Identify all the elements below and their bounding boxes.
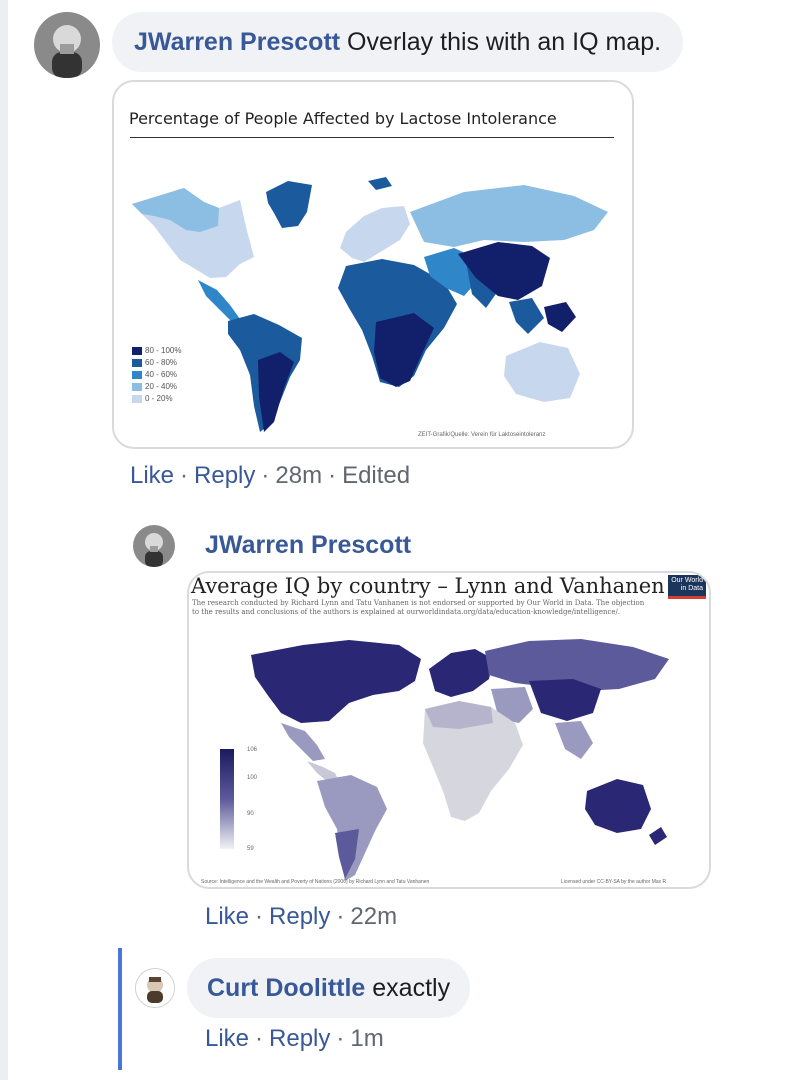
legend-item: 20 - 40% — [132, 382, 177, 391]
comment-text: exactly — [372, 974, 451, 1002]
iq-world-map — [220, 639, 669, 881]
legend-item: 0 - 20% — [132, 394, 173, 403]
separator-dot: · — [336, 1025, 345, 1052]
scale-tick-label: 100 — [247, 775, 258, 781]
legend-item: 80 - 100% — [132, 346, 181, 355]
scale-tick-label: 59 — [247, 846, 254, 852]
scale-tick-label: 106 — [247, 747, 258, 753]
comment-actions: Like · Reply · 1m — [205, 1025, 384, 1053]
timestamp[interactable]: 28m — [275, 462, 322, 489]
reply-link[interactable]: Reply — [269, 1025, 330, 1052]
separator-dot: · — [255, 1025, 264, 1052]
separator-dot: · — [328, 462, 337, 489]
separator-dot: · — [261, 462, 270, 489]
edited-label[interactable]: Edited — [342, 462, 410, 489]
lactose-world-map — [132, 177, 608, 432]
comment-actions: Like · Reply · 22m — [205, 903, 397, 931]
like-link[interactable]: Like — [130, 462, 174, 489]
scale-tick-label: 90 — [247, 811, 254, 817]
comment-bubble: JWarren Prescott Overlay this with an IQ… — [112, 12, 684, 72]
separator-dot: · — [336, 903, 345, 930]
comment-text: Overlay this with an IQ map. — [347, 28, 662, 56]
comment-bubble: Curt Doolittle exactly — [187, 958, 471, 1018]
avatar[interactable] — [135, 968, 175, 1008]
image-credit: ZEIT-Grafik/Quelle: Verein für Laktosein… — [418, 432, 546, 438]
legend-item: 40 - 60% — [132, 370, 177, 379]
iq-map-image[interactable]: Average IQ by country – Lynn and Vanhane… — [187, 571, 711, 889]
avatar[interactable] — [34, 12, 100, 78]
thread-left-rule — [0, 0, 8, 1080]
image-license: Licensed under CC-BY-SA by the author Ma… — [561, 879, 667, 885]
separator-dot: · — [180, 462, 189, 489]
image-source: Source: Intelligence and the Wealth and … — [201, 879, 430, 885]
comment-author-link[interactable]: Curt Doolittle — [207, 974, 365, 1002]
like-link[interactable]: Like — [205, 1025, 249, 1052]
avatar[interactable] — [133, 525, 175, 567]
comment-author-link[interactable]: JWarren Prescott — [134, 28, 340, 56]
timestamp[interactable]: 1m — [350, 1025, 383, 1052]
timestamp[interactable]: 22m — [350, 903, 397, 930]
new-reply-indicator — [118, 948, 122, 1070]
like-link[interactable]: Like — [205, 903, 249, 930]
legend-item: 60 - 80% — [132, 358, 177, 367]
reply-link[interactable]: Reply — [194, 462, 255, 489]
reply-link[interactable]: Reply — [269, 903, 330, 930]
comment-author-link[interactable]: JWarren Prescott — [205, 531, 411, 560]
comment-actions: Like · Reply · 28m · Edited — [130, 462, 410, 490]
lactose-map-image[interactable]: Percentage of People Affected by Lactose… — [112, 80, 634, 449]
separator-dot: · — [255, 903, 264, 930]
